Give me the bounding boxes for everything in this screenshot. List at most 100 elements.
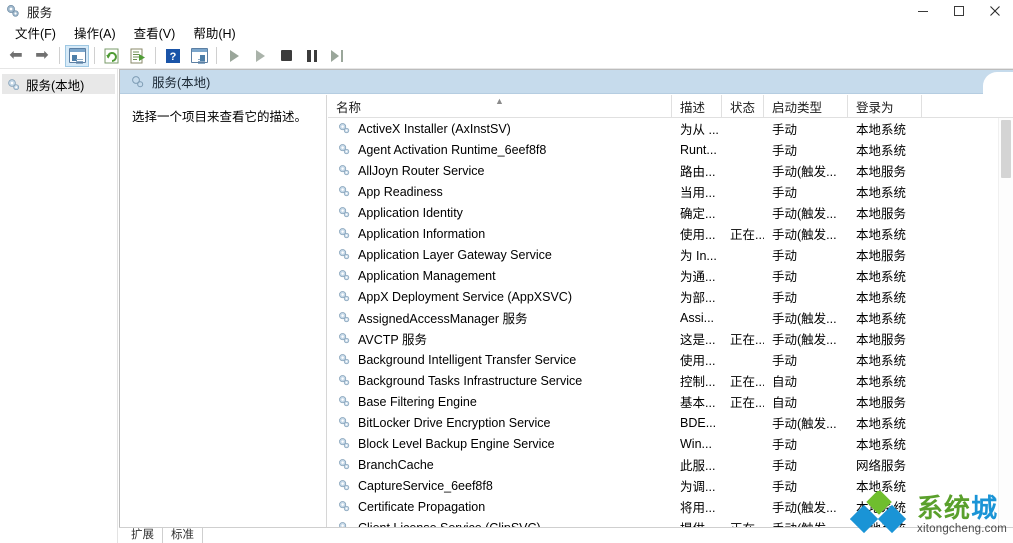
services-rows: ActiveX Installer (AxInstSV) 为从 ... 手动 本地系统… <box>328 118 1013 543</box>
cell-description: 当用... <box>680 186 716 200</box>
table-row[interactable]: Application Information 使用... 正在... 手动(触发..… <box>328 223 1013 244</box>
column-header-name[interactable]: 名称 ▲ <box>328 95 672 117</box>
cell-service-name: Certificate Propagation <box>328 499 672 514</box>
service-name-text: Agent Activation Runtime_6eef8f8 <box>358 142 547 157</box>
cell-startup-type: 手动 <box>772 291 798 305</box>
column-header-log-on-as[interactable]: 登录为 <box>848 95 922 117</box>
table-row[interactable]: Application Layer Gateway Service 为 In...… <box>328 244 1013 265</box>
table-row[interactable]: Application Identity 确定... 手动(触发... 本地服务 <box>328 202 1013 223</box>
refresh-button[interactable] <box>100 45 124 67</box>
table-row[interactable]: Agent Activation Runtime_6eef8f8 Runt... 手… <box>328 139 1013 160</box>
service-gear-icon <box>337 478 352 493</box>
cell-log-on-as: 本地系统 <box>856 438 907 452</box>
cell-service-name: AssignedAccessManager 服务 <box>328 308 672 327</box>
cell-log-on-as: 本地系统 <box>856 417 907 431</box>
restart-service-button[interactable] <box>326 45 350 67</box>
table-row[interactable]: AllJoyn Router Service 路由... 手动(触发... 本地服务 <box>328 160 1013 181</box>
menu-item-help[interactable]: 帮助(H) <box>184 21 244 45</box>
start-service-button[interactable] <box>222 45 246 67</box>
table-row[interactable]: CaptureService_6eef8f8 为调... 手动 本地系统 <box>328 475 1013 496</box>
cell-startup-type: 手动(触发... <box>772 165 837 179</box>
service-gear-icon <box>337 436 352 451</box>
cell-service-name: ActiveX Installer (AxInstSV) <box>328 121 672 136</box>
help-button[interactable]: ? <box>161 45 185 67</box>
console-tree-pane: 服务(本地) <box>0 69 118 543</box>
cell-service-name: Application Information <box>328 226 672 241</box>
table-row[interactable]: ActiveX Installer (AxInstSV) 为从 ... 手动 本地系统 <box>328 118 1013 139</box>
export-list-button[interactable] <box>126 45 150 67</box>
menu-item-view[interactable]: 查看(V) <box>125 21 185 45</box>
stop-service-button[interactable] <box>274 45 298 67</box>
cell-log-on-as: 本地系统 <box>856 144 907 158</box>
cell-description: 使用... <box>680 228 716 242</box>
tab-standard[interactable]: 标准 <box>163 528 203 543</box>
scrollbar-thumb[interactable] <box>1001 120 1011 178</box>
service-name-text: Background Intelligent Transfer Service <box>358 352 577 367</box>
table-row[interactable]: Background Tasks Infrastructure Service 控… <box>328 370 1013 391</box>
menu-item-action[interactable]: 操作(A) <box>65 21 125 45</box>
cell-service-name: AllJoyn Router Service <box>328 163 672 178</box>
column-header-startup-type[interactable]: 启动类型 <box>764 95 848 117</box>
console-tree-icon <box>68 48 86 63</box>
table-row[interactable]: AVCTP 服务 这是... 正在... 手动(触发... 本地服务 <box>328 328 1013 349</box>
cell-service-name: Agent Activation Runtime_6eef8f8 <box>328 142 672 157</box>
arrow-right-icon: ➡ <box>35 46 49 64</box>
toolbar-separator <box>94 47 95 64</box>
tab-extended[interactable]: 扩展 <box>123 528 163 543</box>
service-gear-icon <box>337 247 352 262</box>
services-list-view[interactable]: 名称 ▲ 描述 状态 启动类型 登录为 ActiveX Installer (A… <box>328 95 1013 543</box>
table-row[interactable]: AppX Deployment Service (AppXSVC) 为部... 手动… <box>328 286 1013 307</box>
cell-description: 为通... <box>680 270 716 284</box>
table-row[interactable]: BranchCache 此服... 手动 网络服务 <box>328 454 1013 475</box>
service-gear-icon <box>337 394 352 409</box>
service-name-text: AllJoyn Router Service <box>358 163 485 178</box>
show-action-pane-button[interactable] <box>187 45 211 67</box>
back-button[interactable]: ⬅ <box>4 45 28 67</box>
table-row[interactable]: Application Management 为通... 手动 本地系统 <box>328 265 1013 286</box>
show-hide-console-tree-button[interactable] <box>65 44 89 67</box>
table-row[interactable]: Base Filtering Engine 基本... 正在... 自动 本地服务 <box>328 391 1013 412</box>
service-name-text: Block Level Backup Engine Service <box>358 436 555 451</box>
cell-status: 正在... <box>730 333 764 347</box>
cell-service-name: AVCTP 服务 <box>328 329 672 348</box>
column-header-log-on-as-label: 登录为 <box>856 100 894 115</box>
sidebar-item-services-local[interactable]: 服务(本地) <box>2 74 115 94</box>
service-gear-icon <box>337 163 352 178</box>
cell-log-on-as: 本地服务 <box>856 249 907 263</box>
cell-log-on-as: 本地系统 <box>856 312 907 326</box>
toolbar-separator <box>155 47 156 64</box>
maximize-button[interactable] <box>941 0 977 22</box>
cell-service-name: Background Intelligent Transfer Service <box>328 352 672 367</box>
cell-status: 正在... <box>730 375 764 389</box>
window-title-bar[interactable]: 服务 <box>0 0 1013 22</box>
service-name-text: Application Layer Gateway Service <box>358 247 552 262</box>
list-column-headers: 名称 ▲ 描述 状态 启动类型 登录为 <box>328 95 1013 118</box>
cell-description: 控制... <box>680 375 716 389</box>
cell-startup-type: 手动 <box>772 354 798 368</box>
toolbar-separator <box>216 47 217 64</box>
vertical-scrollbar[interactable]: ▲ ▼ <box>998 118 1013 543</box>
table-row[interactable]: Certificate Propagation 将用... 手动(触发... 本地系统 <box>328 496 1013 517</box>
service-description-pane: 选择一个项目来查看它的描述。 <box>120 95 327 543</box>
column-header-status[interactable]: 状态 <box>722 95 764 117</box>
forward-button[interactable]: ➡ <box>30 45 54 67</box>
menu-bar: 文件(F) 操作(A) 查看(V) 帮助(H) <box>0 22 1013 43</box>
pause-service-button[interactable] <box>300 45 324 67</box>
column-header-description[interactable]: 描述 <box>672 95 722 117</box>
close-button[interactable] <box>977 0 1013 22</box>
service-gear-icon <box>337 142 352 157</box>
table-row[interactable]: Background Intelligent Transfer Service 使… <box>328 349 1013 370</box>
cell-description: 路由... <box>680 165 716 179</box>
sort-ascending-icon: ▲ <box>495 96 504 106</box>
table-row[interactable]: App Readiness 当用... 手动 本地系统 <box>328 181 1013 202</box>
minimize-button[interactable] <box>905 0 941 22</box>
table-row[interactable]: BitLocker Drive Encryption Service BDE...… <box>328 412 1013 433</box>
resume-service-button[interactable] <box>248 45 272 67</box>
cell-description: 此服... <box>680 459 716 473</box>
table-row[interactable]: Block Level Backup Engine Service Win... 手… <box>328 433 1013 454</box>
service-gear-icon <box>337 205 352 220</box>
cell-status: 正在... <box>730 396 764 410</box>
service-name-text: Application Identity <box>358 205 463 220</box>
table-row[interactable]: AssignedAccessManager 服务 Assi... 手动(触发... 本… <box>328 307 1013 328</box>
menu-item-file[interactable]: 文件(F) <box>6 21 65 45</box>
